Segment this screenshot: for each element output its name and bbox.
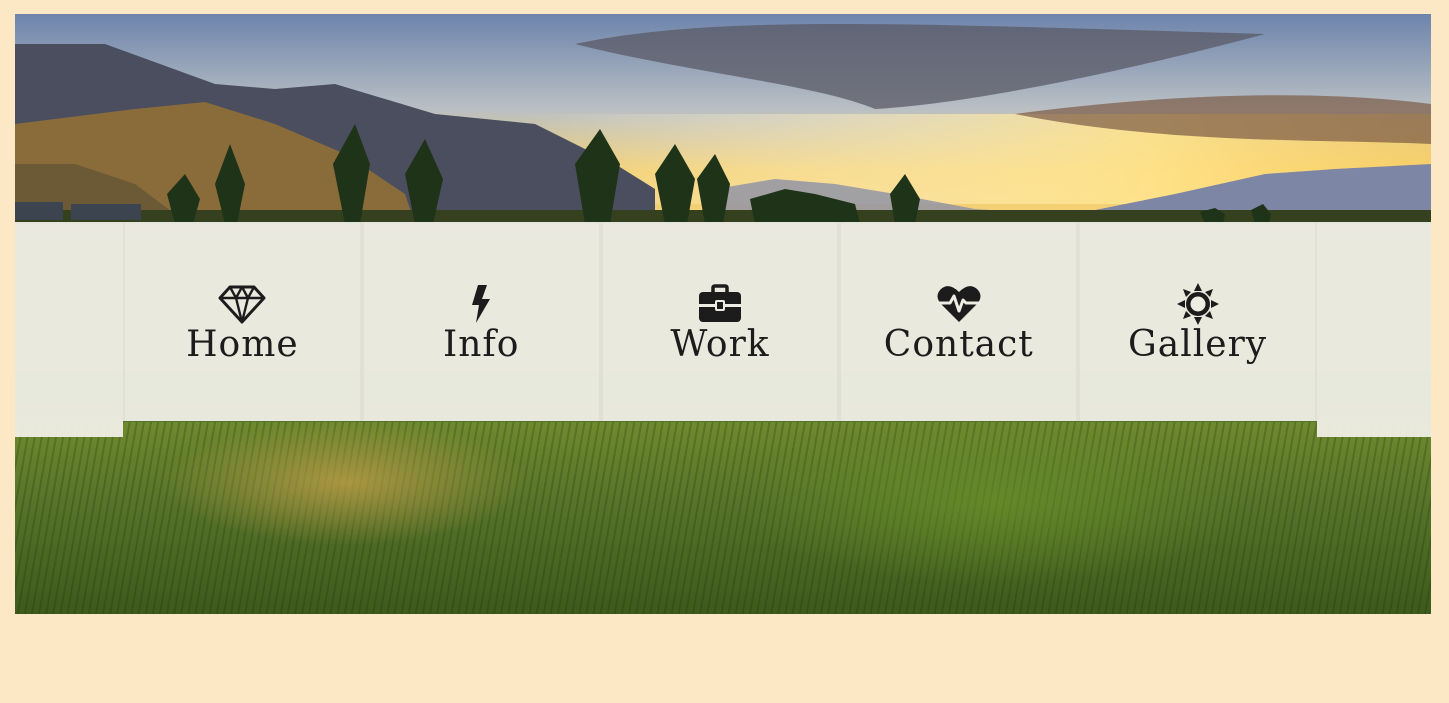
nav-band-right-panel <box>1317 222 1431 437</box>
landscape-sky-image <box>15 14 1431 224</box>
heartbeat-icon <box>935 283 983 325</box>
nav-item-home[interactable]: Home <box>123 222 362 421</box>
navigation-band: Home Info Work Contact Gallery <box>15 222 1431 437</box>
nav-item-contact[interactable]: Contact <box>839 222 1079 421</box>
diamond-icon <box>218 283 266 325</box>
nav-item-gallery[interactable]: Gallery <box>1078 222 1317 421</box>
nav-item-label: Home <box>186 323 299 365</box>
nav-item-label: Info <box>442 323 520 365</box>
nav-item-info[interactable]: Info <box>361 222 601 421</box>
nav-band-left-panel <box>15 222 123 437</box>
sun-icon <box>1174 282 1222 325</box>
nav-item-label: Contact <box>883 323 1034 365</box>
nav-item-label: Gallery <box>1128 323 1268 365</box>
nav-item-label: Work <box>670 323 770 365</box>
hero-banner-image: Home Info Work Contact Gallery <box>15 14 1431 614</box>
briefcase-icon <box>696 283 744 325</box>
bolt-icon <box>457 283 505 325</box>
main-navigation: Home Info Work Contact Gallery <box>123 222 1317 421</box>
grass-field-image <box>15 422 1431 614</box>
nav-item-work[interactable]: Work <box>600 222 840 421</box>
